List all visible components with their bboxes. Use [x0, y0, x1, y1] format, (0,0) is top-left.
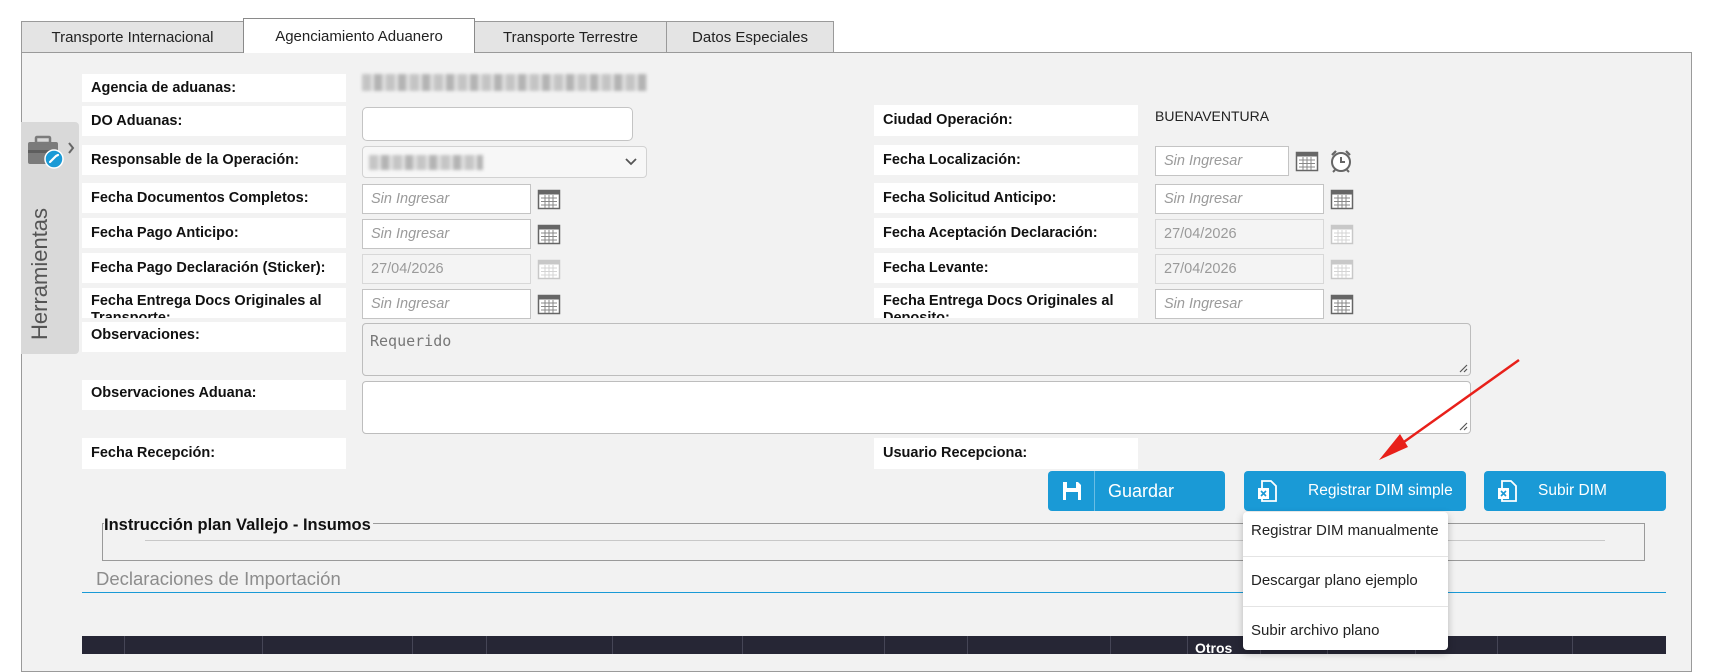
- calendar-icon: [1330, 259, 1354, 280]
- table-header-cell: [1572, 636, 1573, 654]
- toolbox-icon[interactable]: [21, 122, 79, 178]
- tab-agenciamiento-aduanero[interactable]: Agenciamiento Aduanero: [243, 18, 475, 53]
- ciudad-value: BUENAVENTURA: [1155, 108, 1270, 124]
- table-header-cell: [124, 636, 125, 654]
- fecha-aceptacion-label: Fecha Aceptación Declaración:: [874, 218, 1138, 248]
- agencia-value: [362, 74, 647, 91]
- table-header-cell: [486, 636, 487, 654]
- calendar-icon[interactable]: [1330, 188, 1354, 210]
- fecha-docs-label: Fecha Documentos Completos:: [82, 183, 346, 213]
- fecha-levante-input: 27/04/2026: [1155, 254, 1324, 284]
- usuario-recepciona-label: Usuario Recepciona:: [874, 438, 1138, 469]
- calendar-icon[interactable]: [1295, 150, 1319, 172]
- table-header-cell: [262, 636, 263, 654]
- subir-dim-button[interactable]: Subir DIM: [1484, 471, 1666, 511]
- excel-file-icon: [1258, 480, 1277, 502]
- fecha-docs-input[interactable]: Sin Ingresar: [362, 184, 531, 214]
- do-label: DO Aduanas:: [82, 106, 346, 136]
- observaciones-placeholder: Requerido: [370, 332, 452, 350]
- table-header-cell: [412, 636, 413, 654]
- calendar-icon[interactable]: [1330, 293, 1354, 315]
- registrar-dim-dropdown: Registrar DIM manualmente Descargar plan…: [1243, 512, 1448, 650]
- alarm-clock-icon[interactable]: [1328, 148, 1354, 174]
- do-aduanas-input[interactable]: [362, 107, 633, 141]
- table-header-cell: [1110, 636, 1111, 654]
- fecha-sol-anticipo-input[interactable]: Sin Ingresar: [1155, 184, 1324, 214]
- observaciones-textarea[interactable]: Requerido: [362, 323, 1471, 376]
- table-header-cell: [1497, 636, 1498, 654]
- calendar-icon[interactable]: [537, 293, 561, 315]
- fecha-entrega-dep-input[interactable]: Sin Ingresar: [1155, 289, 1324, 319]
- table-header-cell: [967, 636, 968, 654]
- fecha-localizacion-input[interactable]: Sin Ingresar: [1155, 146, 1289, 176]
- tab-datos-especiales[interactable]: Datos Especiales: [666, 21, 834, 52]
- fecha-sol-anticipo-label: Fecha Solicitud Anticipo:: [874, 183, 1138, 213]
- fecha-pago-decl-input: 27/04/2026: [362, 254, 531, 284]
- tab-transporte-internacional[interactable]: Transporte Internacional: [21, 21, 244, 52]
- agencia-label: Agencia de aduanas:: [82, 74, 346, 102]
- section-title: Declaraciones de Importación: [96, 568, 341, 589]
- fecha-entrega-transp-input[interactable]: Sin Ingresar: [362, 289, 531, 319]
- calendar-icon: [1330, 224, 1354, 245]
- calendar-icon[interactable]: [537, 223, 561, 245]
- ciudad-label: Ciudad Operación:: [874, 105, 1138, 136]
- fecha-pago-decl-label: Fecha Pago Declaración (Sticker):: [82, 253, 346, 283]
- save-icon: [1063, 482, 1081, 500]
- fecha-pago-input[interactable]: Sin Ingresar: [362, 219, 531, 249]
- menu-item-registrar-manual[interactable]: Registrar DIM manualmente: [1251, 522, 1439, 539]
- calendar-icon[interactable]: [537, 188, 561, 210]
- menu-item-subir-archivo[interactable]: Subir archivo plano: [1251, 622, 1379, 639]
- tools-sidebar[interactable]: Herramientas: [21, 122, 79, 354]
- menu-divider: [1243, 556, 1448, 557]
- tools-label: Herramientas: [27, 207, 52, 341]
- obs-aduana-textarea[interactable]: [362, 381, 1471, 434]
- instruccion-legend: Instrucción plan Vallejo - Insumos: [104, 516, 373, 535]
- calendar-icon: [537, 259, 561, 280]
- excel-file-icon: [1498, 480, 1517, 502]
- guardar-label: Guardar: [1108, 480, 1175, 501]
- fecha-pago-label: Fecha Pago Anticipo:: [82, 218, 346, 248]
- table-header-cell: [742, 636, 743, 654]
- tab-bar: Transporte Internacional Agenciamiento A…: [21, 18, 834, 53]
- fecha-entrega-transp-label: Fecha Entrega Docs Originales al Transpo…: [82, 288, 346, 318]
- fecha-levante-label: Fecha Levante:: [874, 253, 1138, 283]
- responsable-label: Responsable de la Operación:: [82, 145, 346, 175]
- guardar-button[interactable]: Guardar: [1048, 471, 1225, 511]
- responsable-select[interactable]: [362, 146, 647, 178]
- table-header-cell: [1187, 636, 1188, 654]
- observaciones-label: Observaciones:: [82, 322, 346, 352]
- menu-item-descargar-plano[interactable]: Descargar plano ejemplo: [1251, 572, 1418, 589]
- fecha-localizacion-label: Fecha Localización:: [874, 145, 1138, 175]
- table-header-cell: [612, 636, 613, 654]
- table-header-cell: [884, 636, 885, 654]
- responsable-value: [369, 155, 483, 170]
- registrar-dim-label: Registrar DIM simple: [1308, 482, 1453, 499]
- registrar-dim-button[interactable]: Registrar DIM simple: [1244, 471, 1466, 511]
- tab-transporte-terrestre[interactable]: Transporte Terrestre: [474, 21, 667, 52]
- obs-aduana-label: Observaciones Aduana:: [82, 380, 346, 410]
- annotation-arrow: [1379, 358, 1520, 460]
- fecha-aceptacion-input: 27/04/2026: [1155, 219, 1324, 249]
- fecha-entrega-dep-label: Fecha Entrega Docs Originales al Deposit…: [874, 288, 1138, 318]
- chevron-down-icon: [625, 158, 637, 166]
- subir-dim-label: Subir DIM: [1538, 482, 1607, 499]
- fecha-recepcion-label: Fecha Recepción:: [82, 438, 346, 469]
- menu-divider: [1243, 606, 1448, 607]
